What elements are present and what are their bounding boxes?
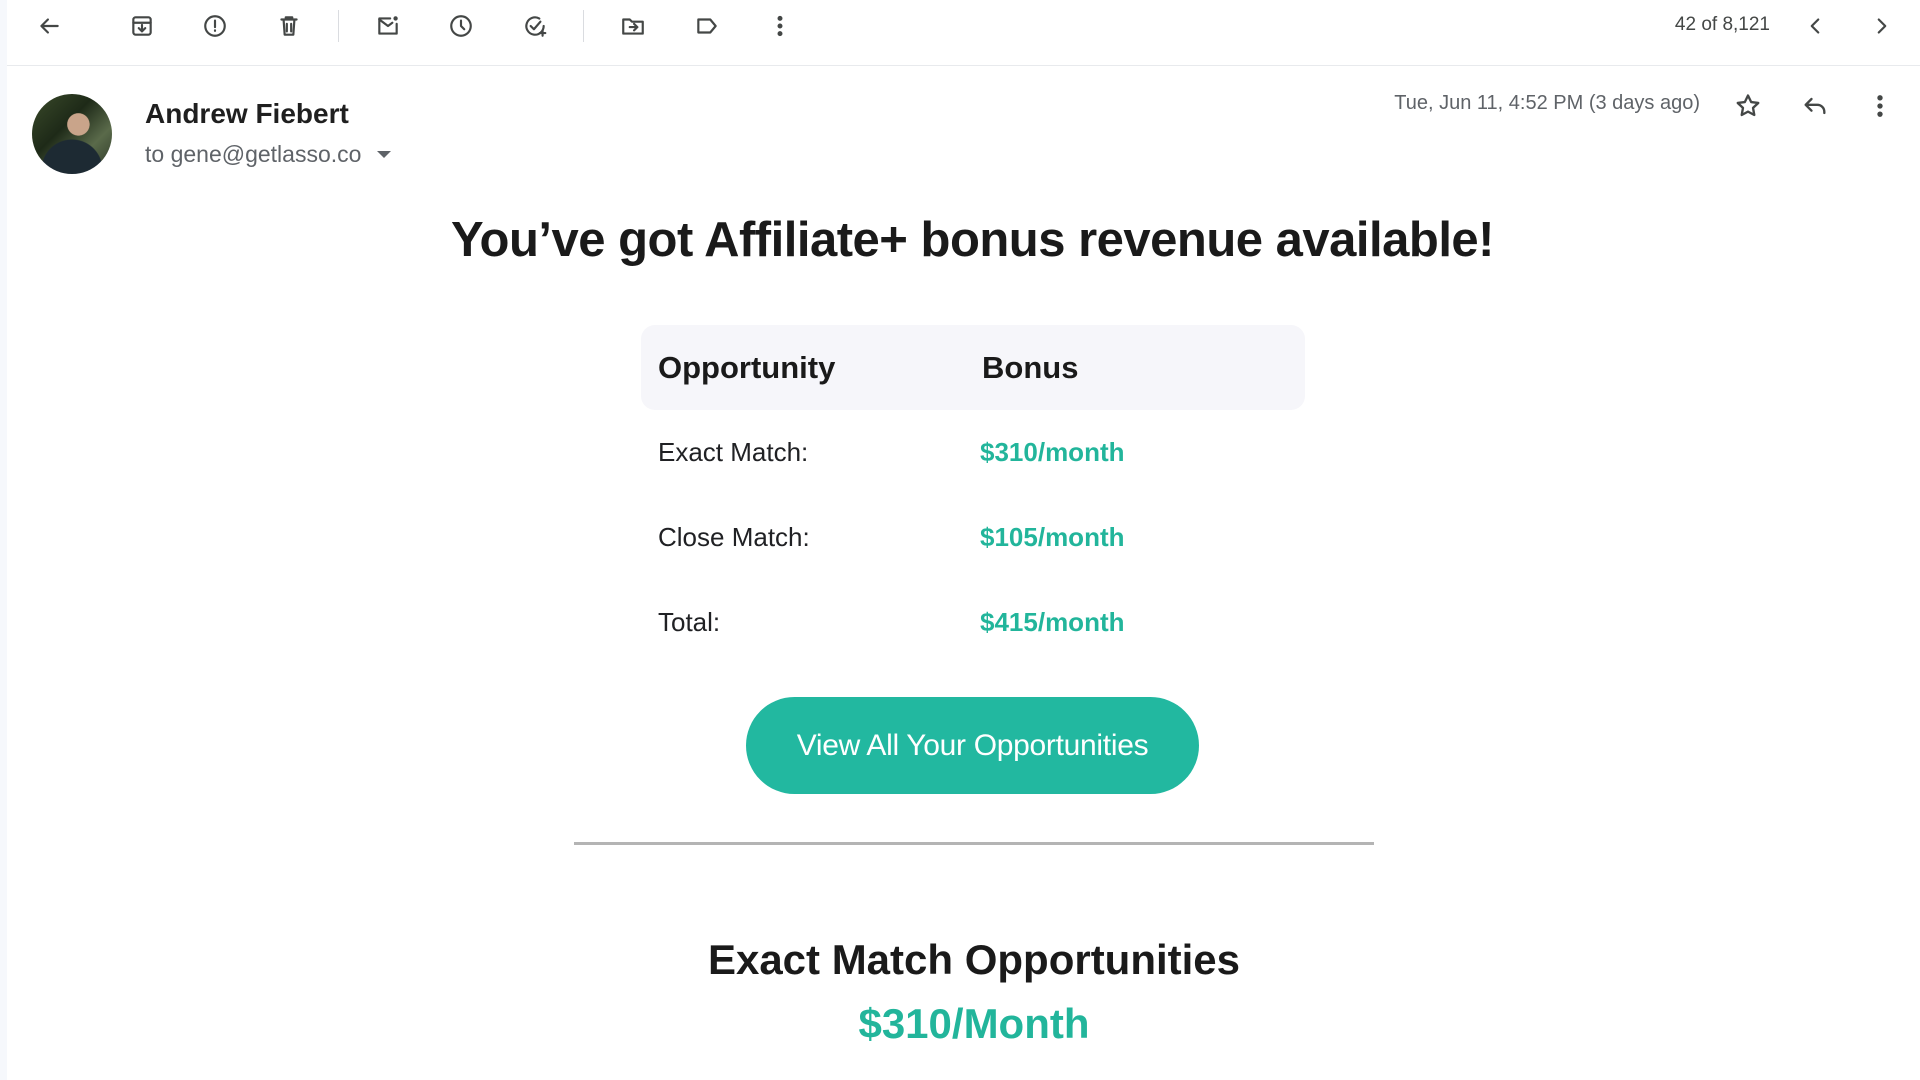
archive-icon[interactable] — [122, 6, 162, 46]
toolbar: 42 of 8,121 — [7, 0, 1920, 66]
more-vert-icon[interactable] — [1858, 84, 1902, 128]
toolbar-separator — [338, 10, 339, 42]
star-icon[interactable] — [1726, 84, 1770, 128]
snooze-icon[interactable] — [441, 6, 481, 46]
section-title: Exact Match Opportunities — [707, 936, 1241, 983]
divider — [574, 842, 1374, 845]
delete-icon[interactable] — [269, 6, 309, 46]
left-edge — [0, 0, 7, 1080]
row-label: Total: — [658, 607, 721, 637]
report-spam-icon[interactable] — [195, 6, 235, 46]
add-task-icon[interactable] — [515, 6, 555, 46]
next-icon[interactable] — [1862, 6, 1902, 46]
message-counter: 42 of 8,121 — [1674, 14, 1770, 35]
prev-icon[interactable] — [1795, 6, 1835, 46]
row-label: Close Match: — [658, 522, 810, 552]
back-arrow-icon[interactable] — [29, 6, 69, 46]
move-to-icon[interactable] — [613, 6, 653, 46]
recipient-label: to gene@getlasso.co — [145, 141, 362, 167]
mark-unread-icon[interactable] — [368, 6, 408, 46]
chevron-down-icon[interactable] — [377, 151, 392, 158]
section-value: $310/Month — [858, 1000, 1090, 1047]
column-header-opportunity: Opportunity — [658, 350, 836, 385]
view-opportunities-button[interactable]: View All Your Opportunities — [746, 697, 1199, 794]
toolbar-separator — [583, 10, 584, 42]
row-value: $105/month — [980, 522, 1125, 552]
email-headline: You’ve got Affiliate+ bonus revenue avai… — [450, 213, 1495, 267]
reply-icon[interactable] — [1793, 84, 1837, 128]
label-icon[interactable] — [687, 6, 727, 46]
avatar[interactable] — [32, 94, 112, 174]
row-value: $310/month — [980, 437, 1125, 467]
sender-name: Andrew Fiebert — [145, 98, 349, 129]
row-label: Exact Match: — [658, 437, 809, 467]
row-value: $415/month — [980, 607, 1125, 637]
message-date: Tue, Jun 11, 4:52 PM (3 days ago) — [1394, 92, 1700, 114]
recipient-line: to gene@getlasso.co — [145, 141, 392, 168]
more-vert-icon[interactable] — [760, 6, 800, 46]
column-header-bonus: Bonus — [982, 350, 1079, 385]
